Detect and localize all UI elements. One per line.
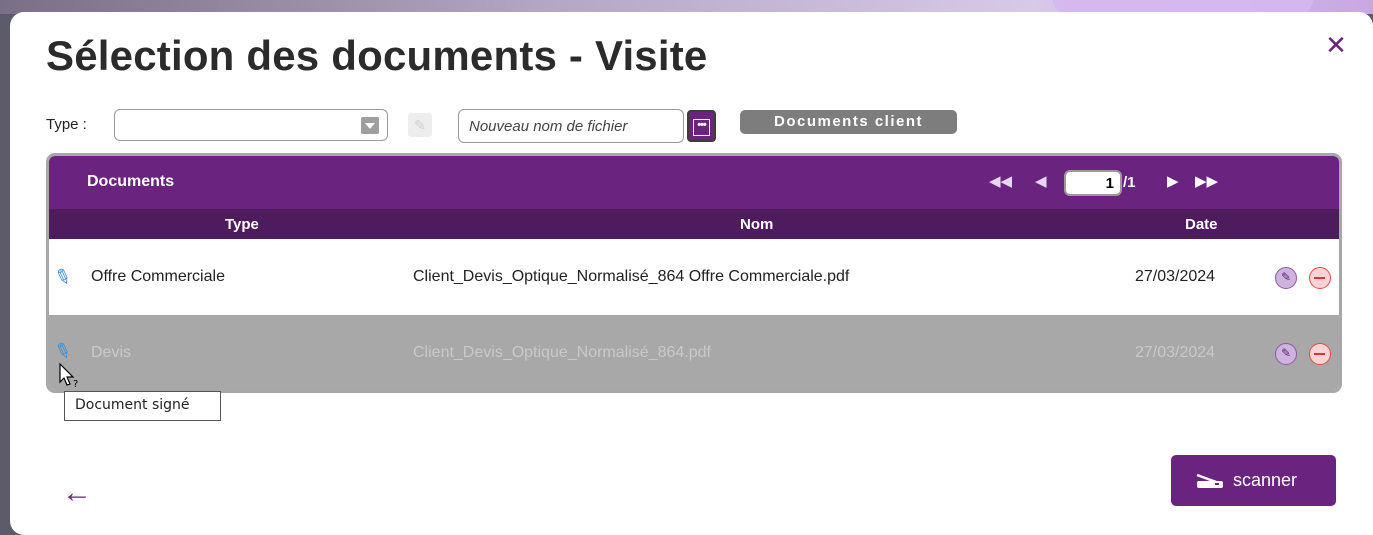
row-nom: Client_Devis_Optique_Normalisé_864 Offre…	[413, 268, 850, 285]
pen-icon: ✎	[408, 113, 432, 137]
chevron-down-icon[interactable]	[361, 117, 379, 134]
next-page-icon[interactable]: ▶	[1167, 173, 1179, 191]
column-header-date[interactable]: Date	[1185, 216, 1218, 233]
dialog-title: Sélection des documents - Visite	[46, 32, 708, 79]
close-icon[interactable]: ✕	[1323, 32, 1349, 58]
grid-header: Documents ◀◀ ◀ /1 ▶ ▶▶	[49, 156, 1339, 209]
column-header-type[interactable]: Type	[225, 216, 259, 233]
tooltip: Document signé	[64, 391, 221, 421]
row-type: Offre Commerciale	[91, 268, 225, 285]
edit-icon[interactable]: ✎	[1275, 343, 1297, 365]
last-page-icon[interactable]: ▶▶	[1195, 173, 1218, 191]
back-arrow-icon[interactable]: ←	[62, 476, 92, 510]
delete-icon[interactable]	[1309, 343, 1331, 365]
scanner-label: scanner	[1233, 470, 1298, 490]
row-type: Devis	[91, 344, 132, 361]
column-headers: Type Nom Date	[49, 209, 1339, 239]
type-label: Type :	[46, 116, 87, 133]
table-row[interactable]: ✎ Offre Commerciale Client_Devis_Optique…	[49, 239, 1339, 315]
ellipsis-icon: •••	[693, 119, 710, 136]
row-date: 27/03/2024	[1135, 344, 1216, 361]
row-nom: Client_Devis_Optique_Normalisé_864.pdf	[413, 344, 711, 361]
delete-icon[interactable]	[1309, 267, 1331, 289]
signature-pen-icon[interactable]: ✎	[51, 337, 76, 364]
row-date: 27/03/2024	[1135, 268, 1216, 285]
documents-client-button[interactable]: Documents client	[740, 110, 957, 134]
column-header-nom[interactable]: Nom	[740, 216, 773, 233]
new-filename-input[interactable]	[458, 109, 684, 143]
page-total: /1	[1123, 174, 1136, 191]
page-number-input[interactable]	[1064, 170, 1122, 196]
type-select[interactable]	[114, 109, 388, 141]
edit-icon[interactable]: ✎	[1275, 267, 1297, 289]
document-selection-dialog: Sélection des documents - Visite ✕ Type …	[10, 12, 1373, 535]
prev-page-icon[interactable]: ◀	[1035, 173, 1047, 191]
documents-grid: Documents ◀◀ ◀ /1 ▶ ▶▶ Type Nom Date ✎ O…	[46, 153, 1342, 393]
scanner-button[interactable]: scanner	[1171, 455, 1336, 506]
table-row[interactable]: ✎ Devis Client_Devis_Optique_Normalisé_8…	[49, 315, 1339, 390]
grid-caption: Documents	[87, 173, 175, 190]
first-page-icon[interactable]: ◀◀	[989, 173, 1012, 191]
scanner-icon	[1195, 471, 1225, 494]
signature-pen-icon[interactable]: ✎	[51, 263, 76, 290]
svg-text:?: ?	[73, 379, 78, 389]
more-options-button[interactable]: •••	[687, 110, 716, 142]
